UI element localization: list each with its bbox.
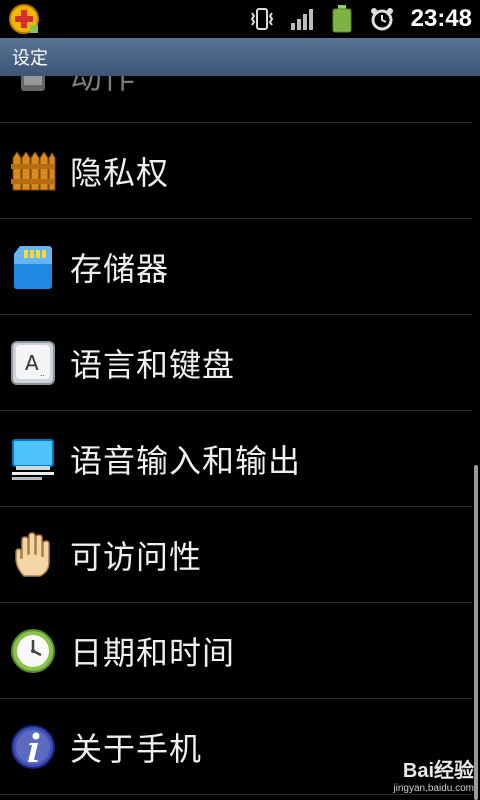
settings-item-voice-io[interactable]: 语音输入和输出 bbox=[0, 411, 472, 507]
watermark-sub: jingyan.baidu.com bbox=[393, 783, 474, 794]
scrollbar[interactable] bbox=[474, 465, 478, 800]
settings-item-label: 隐私权 bbox=[70, 153, 170, 192]
settings-item-label: 动作 bbox=[70, 76, 137, 96]
status-bar: 23:48 bbox=[0, 0, 480, 38]
settings-item-language-keyboard[interactable]: A .. 语言和键盘 bbox=[0, 315, 472, 411]
settings-item-label: 日期和时间 bbox=[70, 633, 236, 672]
clock-time: 23:48 bbox=[410, 5, 472, 32]
settings-item-accessibility[interactable]: 可访问性 bbox=[0, 507, 472, 603]
settings-item-label: 可访问性 bbox=[70, 537, 203, 576]
page-title: 设定 bbox=[12, 48, 48, 68]
settings-item-motion[interactable]: 动作 bbox=[0, 76, 472, 123]
settings-list[interactable]: 动作 隐私权 存储器 A .. 语言和键盘 语音输入和输出 可访问性 日期和时间… bbox=[0, 76, 472, 800]
settings-item-label: 存储器 bbox=[70, 249, 170, 288]
app-notification-icon[interactable] bbox=[8, 3, 40, 35]
clock-icon bbox=[10, 628, 56, 674]
voice-monitor-icon bbox=[10, 436, 56, 482]
settings-item-storage[interactable]: 存储器 bbox=[0, 219, 472, 315]
settings-item-label: 语音输入和输出 bbox=[70, 441, 302, 480]
vibrate-icon bbox=[247, 4, 277, 34]
svg-text:..: .. bbox=[40, 369, 45, 378]
watermark-main: Bai经验 bbox=[402, 760, 474, 782]
svg-text:A: A bbox=[25, 351, 39, 375]
fence-icon bbox=[10, 148, 56, 194]
title-bar: 设定 bbox=[0, 38, 480, 76]
sd-card-icon bbox=[10, 244, 56, 290]
motion-icon bbox=[10, 76, 56, 98]
settings-item-privacy[interactable]: 隐私权 bbox=[0, 123, 472, 219]
baidu-watermark: Bai经验 jingyan.baidu.com bbox=[393, 754, 474, 794]
hand-icon bbox=[10, 531, 56, 578]
settings-item-label: 关于手机 bbox=[70, 729, 203, 768]
settings-item-label: 语言和键盘 bbox=[70, 345, 236, 384]
info-icon bbox=[10, 724, 56, 770]
alarm-icon bbox=[367, 4, 397, 34]
signal-icon bbox=[287, 4, 317, 34]
battery-icon bbox=[327, 4, 357, 34]
settings-item-date-time[interactable]: 日期和时间 bbox=[0, 603, 472, 699]
keyboard-key-icon: A .. bbox=[10, 340, 56, 386]
